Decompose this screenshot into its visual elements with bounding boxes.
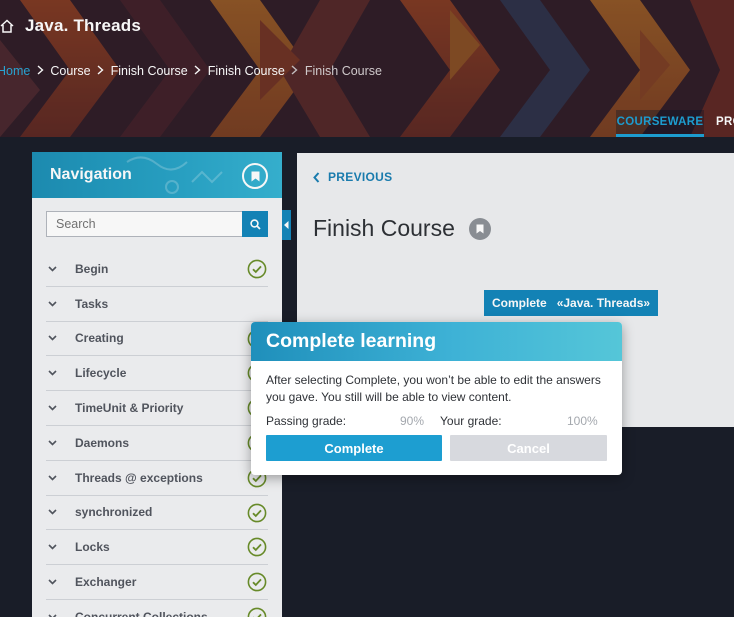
your-grade-value: 100%: [567, 414, 598, 428]
dialog-message: After selecting Complete, you won’t be a…: [266, 373, 601, 404]
passing-grade-value: 90%: [400, 414, 425, 428]
cancel-button[interactable]: Cancel: [450, 435, 607, 461]
dialog-title: Complete learning: [266, 330, 437, 352]
complete-learning-dialog: Complete learning After selecting Comple…: [251, 322, 622, 475]
modal-backdrop: [0, 0, 734, 617]
dialog-header: Complete learning: [251, 322, 622, 361]
grade-summary: Passing grade: 90% Your grade: 100%: [266, 414, 607, 430]
your-grade-label: Your grade:: [440, 414, 502, 428]
passing-grade-label: Passing grade:: [266, 414, 347, 428]
confirm-complete-button[interactable]: Complete: [266, 435, 442, 461]
